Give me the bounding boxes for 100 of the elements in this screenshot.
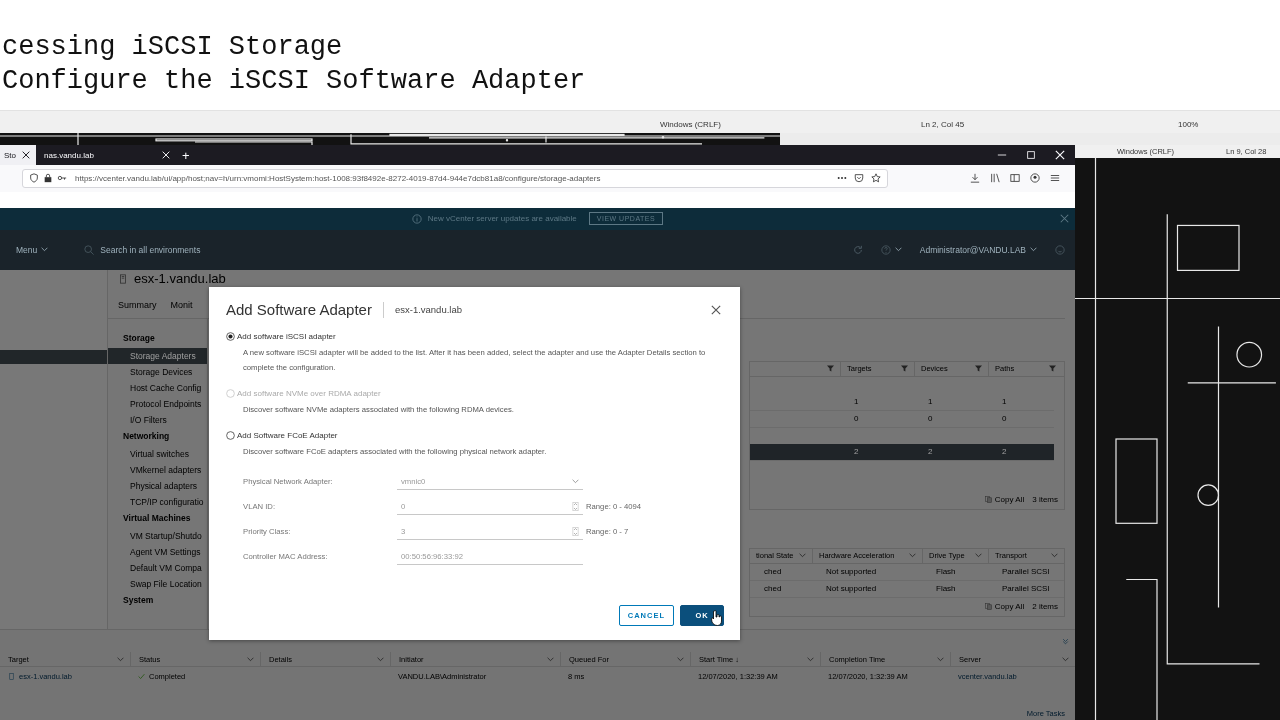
user-menu[interactable]: Administrator@VANDU.LAB [919,244,1037,255]
chevron-icon [1051,552,1058,560]
collapse-icon[interactable] [1062,637,1069,645]
browser-tab[interactable]: nas.vandu.lab [36,145,176,165]
nav-item[interactable]: Storage Adapters [108,347,207,364]
chevron-icon [117,655,124,663]
chevron-icon [547,655,554,663]
server-icon [118,273,128,284]
tab-title: nas.vandu.lab [44,150,94,160]
address-bar[interactable]: https://vcenter.vandu.lab/ui/app/host;nav=h/urn:vmomi:HostSystem:host-1008:93f8492e-8272-4019-87d4-944e7dcb81a8/configure/storage-adapters [22,168,888,188]
check-icon [138,672,145,680]
nav-item[interactable]: Storage Devices [108,363,207,380]
search-field[interactable]: Search in all environments [84,244,201,255]
table-cell-text: Parallel SCSI [1001,584,1051,594]
nav-item[interactable]: VM Startup/Shutdo [108,527,207,544]
chevron-icon [41,246,49,254]
nav-group-heading: Storage [122,331,156,345]
radio-button[interactable] [226,431,235,440]
nav-item[interactable]: I/O Filters [108,411,207,428]
nav-item[interactable]: Protocol Endpoints [108,395,207,412]
filter-icon[interactable] [1049,365,1056,373]
selected-tree-row[interactable] [0,349,107,364]
sidebar-icon[interactable] [1010,173,1020,184]
star-icon[interactable] [871,173,881,184]
chevron-icon [799,552,806,560]
table-cell-text: ched [763,567,783,577]
search-icon [84,244,95,255]
nav-item[interactable]: TCP/IP configuratio [108,493,207,510]
table-cell-text: Not supported [825,567,878,577]
download-icon[interactable] [970,173,980,184]
host-title: esx-1.vandu.lab [134,272,226,286]
table-cell-text: Flash [935,584,957,594]
copy-all-link[interactable]: Copy All [984,495,1025,505]
nav-item[interactable]: Swap File Location [108,575,207,592]
copy-icon [984,603,992,611]
chevron-icon [1062,655,1069,663]
banner-message: New vCenter server updates are available [427,214,577,224]
nav-group-heading: Virtual Machines [122,511,192,525]
close-icon[interactable] [22,151,30,159]
menu-icon[interactable] [1050,173,1060,184]
url-text: https://vcenter.vandu.lab/ui/app/host;nav=h/urn:vmomi:HostSystem:host-1008:93f8492e-8272-4019-87d4-944e7dcb81a8/configure/storage-adapters [75,173,601,183]
chevron-icon [909,552,916,560]
nav-item[interactable]: Default VM Compa [108,559,207,576]
chevron-icon [677,655,684,663]
status-bar-text: 100% [1178,120,1199,129]
maximize-icon[interactable] [1026,150,1036,160]
table-cell-text: Parallel SCSI [1001,567,1051,577]
option-label[interactable]: Add software iSCSI adapter [237,332,336,341]
item-count: 3 items [1032,495,1058,505]
server-icon [8,672,15,680]
chevron-icon [937,655,944,663]
pocket-icon[interactable] [854,173,864,184]
account-icon[interactable] [1030,173,1040,184]
chevron-icon [894,246,902,254]
editor-text-line: Configure the iSCSI Software Adapter [2,65,586,98]
nav-item[interactable]: Virtual switches [108,445,207,462]
nav-item[interactable]: Physical adapters [108,477,207,494]
filter-icon[interactable] [901,365,908,373]
copy-all-link[interactable]: Copy All [984,602,1025,612]
chevron-icon [247,655,254,663]
host-tab[interactable]: Summary [118,299,157,318]
status-bar-text: Ln 2, Col 45 [921,120,965,129]
chevron-icon [1030,246,1037,254]
editor-text-line: cessing iSCSI Storage [2,31,343,64]
nav-item[interactable]: Host Cache Config [108,379,207,396]
filter-icon[interactable] [975,365,982,373]
item-count: 2 items [1032,602,1058,612]
shield-icon[interactable] [29,173,39,184]
nav-item[interactable]: VMkernel adapters [108,461,207,478]
nav-item[interactable]: Agent VM Settings [108,543,207,560]
table-cell-text: Flash [935,567,957,577]
host-tab[interactable]: Monit [170,299,193,318]
radio-button[interactable] [226,332,235,341]
new-tab-button[interactable]: + [182,147,190,163]
status-bar-text: Windows (CRLF) [660,120,721,129]
chevron-icon [807,655,814,663]
table-cell-text: ched [763,584,783,594]
lock-icon[interactable] [43,173,53,184]
filter-icon[interactable] [827,365,834,373]
menu-dropdown[interactable]: Menu [16,244,49,255]
tab-title: Sto [4,150,16,160]
table-cell-text: Not supported [825,584,878,594]
close-icon[interactable] [711,304,721,315]
dialog-title: Add Software Adapter [226,301,372,318]
option-label[interactable]: Add Software FCoE Adapter [237,431,338,440]
help-icon [880,244,891,255]
table-row[interactable]: 0 0 0 [750,410,1054,428]
hand-cursor-icon [711,610,722,626]
dialog-subtitle: esx-1.vandu.lab [394,304,462,315]
browser-tab[interactable]: Sto [0,145,36,165]
copy-icon [984,496,992,504]
horizontal-scrollbar[interactable] [780,133,1280,145]
nav-group-heading: System [122,593,155,607]
chevron-icon [975,552,982,560]
chevron-icon [377,655,384,663]
table-row[interactable]: 1 1 1 [750,393,1054,411]
help-dropdown[interactable] [880,244,902,255]
library-icon[interactable] [990,173,1000,184]
table-row[interactable]: 2 2 2 [750,443,1054,461]
nav-group-heading: Networking [122,429,171,443]
